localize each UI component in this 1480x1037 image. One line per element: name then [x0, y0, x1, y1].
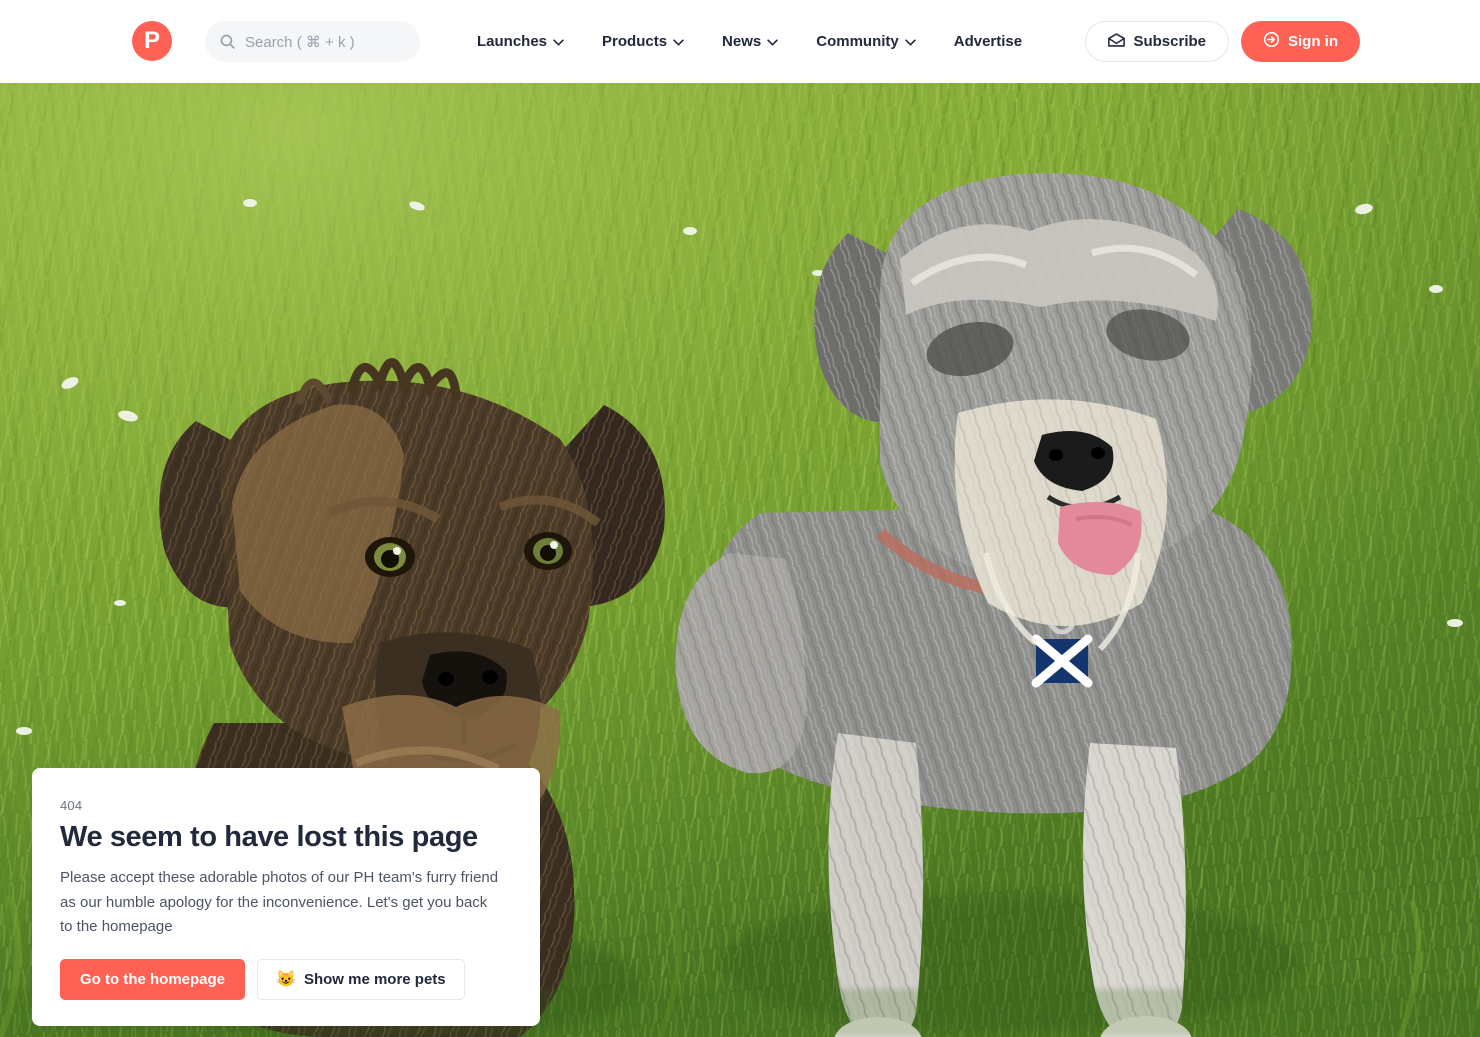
chevron-down-icon	[767, 33, 778, 50]
nav-label: Community	[816, 33, 899, 50]
chevron-down-icon	[553, 33, 564, 50]
main-nav: Launches Products News Community Adverti…	[477, 0, 1022, 83]
error-card-actions: Go to the homepage 😺 Show me more pets	[60, 959, 512, 1001]
nav-item-news[interactable]: News	[722, 33, 778, 50]
nav-label: Advertise	[953, 33, 1023, 50]
search-placeholder: Search ( ⌘ + k )	[245, 33, 355, 51]
nav-item-launches[interactable]: Launches	[477, 33, 564, 50]
nav-item-community[interactable]: Community	[816, 33, 916, 50]
subscribe-button[interactable]: Subscribe	[1085, 21, 1229, 62]
header-actions: Subscribe Sign in	[1085, 21, 1360, 62]
error-card: 404 We seem to have lost this page Pleas…	[32, 768, 540, 1027]
go-to-homepage-button[interactable]: Go to the homepage	[60, 959, 246, 1001]
search-input[interactable]: Search ( ⌘ + k )	[205, 21, 420, 62]
product-hunt-logo[interactable]: P	[132, 21, 172, 61]
envelope-icon	[1108, 32, 1126, 51]
show-more-pets-button[interactable]: 😺 Show me more pets	[257, 959, 465, 1001]
error-description: Please accept these adorable photos of o…	[60, 869, 499, 935]
subscribe-label: Subscribe	[1133, 33, 1206, 50]
nav-label: Products	[602, 33, 668, 50]
chevron-down-icon	[673, 33, 684, 50]
logo-letter: P	[143, 27, 160, 54]
nav-label: News	[722, 33, 762, 50]
cat-face-emoji-icon: 😺	[276, 970, 296, 988]
sign-in-arrow-icon	[1263, 31, 1280, 52]
nav-item-advertise[interactable]: Advertise	[954, 33, 1022, 50]
sign-in-button[interactable]: Sign in	[1241, 21, 1360, 62]
search-icon	[219, 33, 236, 50]
error-code: 404	[60, 798, 83, 813]
nav-item-products[interactable]: Products	[602, 33, 684, 50]
show-more-pets-label: Show me more pets	[303, 971, 446, 989]
site-header: P Search ( ⌘ + k ) Launches Products New…	[0, 0, 1480, 83]
page-title: We seem to have lost this page	[60, 821, 478, 853]
nav-label: Launches	[477, 33, 548, 50]
chevron-down-icon	[905, 33, 916, 50]
sign-in-label: Sign in	[1288, 33, 1338, 50]
